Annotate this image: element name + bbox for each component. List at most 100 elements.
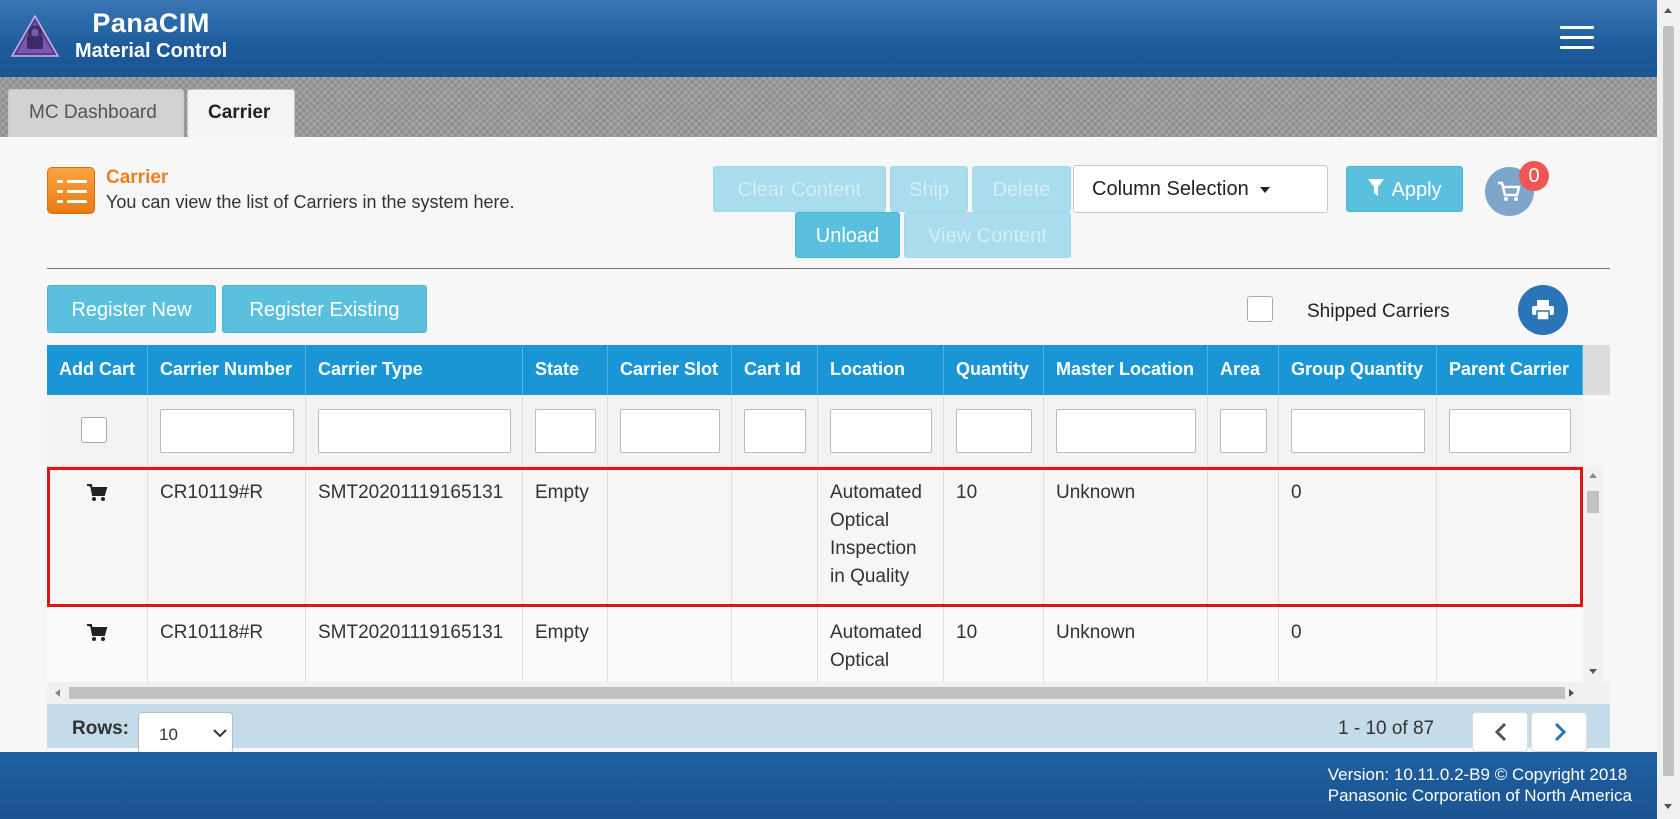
filter-parent-carrier-input[interactable]: [1449, 409, 1571, 453]
filter-master-location-input[interactable]: [1056, 409, 1196, 453]
chevron-down-icon: [213, 729, 227, 738]
carrier-panel: Carrier You can view the list of Carrier…: [0, 137, 1657, 754]
apply-label: Apply: [1391, 179, 1442, 201]
page-scroll-down-icon[interactable]: [1664, 804, 1672, 809]
list-icon: [47, 167, 95, 214]
column-header-parent-carrier[interactable]: Parent Carrier: [1437, 345, 1583, 395]
chevron-right-icon: [1554, 723, 1566, 741]
carrier-slot-cell: [608, 607, 732, 682]
filter-quantity-input[interactable]: [956, 409, 1032, 453]
filter-state-input[interactable]: [535, 409, 596, 453]
column-header-area[interactable]: Area: [1208, 345, 1279, 395]
caret-down-icon: [1260, 186, 1271, 193]
cart-icon[interactable]: [86, 483, 108, 503]
table-vertical-scrollbar[interactable]: [1583, 467, 1603, 682]
column-header-carrier-slot[interactable]: Carrier Slot: [608, 345, 732, 395]
filter-area-input[interactable]: [1220, 409, 1267, 453]
scroll-up-icon[interactable]: [1589, 473, 1597, 478]
scroll-thumb[interactable]: [1587, 491, 1599, 513]
quantity-cell: 10: [944, 467, 1044, 606]
divider: [47, 268, 1610, 269]
scroll-left-icon[interactable]: [55, 689, 60, 697]
cart-icon[interactable]: [86, 623, 108, 643]
add-cart-cell: [47, 607, 148, 682]
register-existing-button[interactable]: Register Existing: [222, 285, 427, 333]
filter-cell: [1044, 395, 1208, 467]
column-header-carrier-type[interactable]: Carrier Type: [306, 345, 523, 395]
app-header: PanaCIM Material Control: [0, 0, 1657, 77]
shipped-carriers-label: Shipped Carriers: [1307, 301, 1450, 322]
page-title: Carrier: [106, 167, 169, 188]
column-header-cart-id[interactable]: Cart Id: [732, 345, 818, 395]
state-cell: Empty: [523, 467, 608, 606]
scroll-right-icon[interactable]: [1569, 689, 1574, 697]
ship-button[interactable]: Ship: [890, 166, 968, 212]
view-content-button[interactable]: View Content: [904, 212, 1071, 258]
table-header: Add Cart Carrier Number Carrier Type Sta…: [47, 345, 1610, 395]
previous-page-button[interactable]: [1472, 712, 1528, 752]
tab-mc-dashboard[interactable]: MC Dashboard: [8, 89, 184, 137]
filter-cell: [523, 395, 608, 467]
filter-carrier-slot-input[interactable]: [620, 409, 720, 453]
print-icon: [1532, 300, 1554, 321]
print-button[interactable]: [1518, 285, 1568, 335]
hamburger-menu-icon[interactable]: [1560, 26, 1594, 50]
filter-location-input[interactable]: [830, 409, 932, 453]
scroll-down-icon[interactable]: [1589, 669, 1597, 674]
lock-logo-icon: [10, 14, 60, 57]
rows-per-page-value: 10: [159, 725, 178, 744]
filter-cell: [818, 395, 944, 467]
carrier-type-cell: SMT20201119165131: [306, 607, 523, 682]
page-scrollbar[interactable]: [1657, 0, 1680, 819]
filter-carrier-number-input[interactable]: [160, 409, 294, 453]
rows-label: Rows:: [72, 718, 129, 739]
app-footer: Version: 10.11.0.2-B9 © Copyright 2018 P…: [0, 752, 1657, 819]
page-scroll-thumb[interactable]: [1663, 26, 1674, 776]
select-all-checkbox[interactable]: [81, 417, 107, 443]
column-header-add-cart[interactable]: Add Cart: [47, 345, 148, 395]
page-description: You can view the list of Carriers in the…: [106, 192, 515, 212]
column-header-group-quantity[interactable]: Group Quantity: [1279, 345, 1437, 395]
column-header-quantity[interactable]: Quantity: [944, 345, 1044, 395]
scroll-thumb[interactable]: [69, 687, 1565, 699]
column-selection-dropdown[interactable]: Column Selection: [1073, 165, 1328, 213]
app-brand: PanaCIM Material Control: [75, 8, 228, 62]
filter-group-quantity-input[interactable]: [1291, 409, 1425, 453]
filter-icon: [1368, 179, 1385, 196]
filter-cell: [306, 395, 523, 467]
filter-carrier-type-input[interactable]: [318, 409, 511, 453]
filter-cell: [148, 395, 306, 467]
column-header-carrier-number[interactable]: Carrier Number: [148, 345, 306, 395]
brand-subtitle: Material Control: [75, 40, 228, 62]
column-header-location[interactable]: Location: [818, 345, 944, 395]
rows-per-page-select[interactable]: 10: [138, 712, 233, 754]
column-header-state[interactable]: State: [523, 345, 608, 395]
carrier-number-cell: CR10119#R: [148, 467, 306, 606]
location-cell: Automated Optical: [818, 607, 944, 682]
unload-button[interactable]: Unload: [795, 212, 900, 258]
carrier-type-cell: SMT20201119165131: [306, 467, 523, 606]
shipped-carriers-checkbox[interactable]: [1247, 296, 1273, 322]
next-page-button[interactable]: [1531, 712, 1587, 752]
cart-icon: [1498, 181, 1521, 201]
pagination-bar: Rows: 10 1 - 10 of 87: [47, 704, 1610, 754]
tab-carrier[interactable]: Carrier: [187, 89, 295, 137]
table-row[interactable]: CR10119#R SMT20201119165131 Empty Automa…: [47, 467, 1583, 607]
clear-content-button[interactable]: Clear Content: [713, 166, 886, 212]
filter-cell-add-cart: [47, 395, 148, 467]
delete-button[interactable]: Delete: [972, 166, 1071, 212]
tab-strip: MC Dashboard Carrier: [0, 77, 1657, 137]
register-new-button[interactable]: Register New: [47, 285, 216, 333]
page-scroll-up-icon[interactable]: [1664, 8, 1672, 13]
apply-button[interactable]: Apply: [1346, 166, 1463, 212]
table-horizontal-scrollbar[interactable]: [47, 682, 1610, 704]
state-cell: Empty: [523, 607, 608, 682]
table-row[interactable]: CR10118#R SMT20201119165131 Empty Automa…: [47, 607, 1583, 682]
carrier-number-cell: CR10118#R: [148, 607, 306, 682]
column-header-master-location[interactable]: Master Location: [1044, 345, 1208, 395]
filter-cell: [944, 395, 1044, 467]
filter-cart-id-input[interactable]: [744, 409, 806, 453]
group-quantity-cell: 0: [1279, 607, 1437, 682]
brand-title: PanaCIM: [92, 8, 210, 38]
cart-id-cell: [732, 467, 818, 606]
